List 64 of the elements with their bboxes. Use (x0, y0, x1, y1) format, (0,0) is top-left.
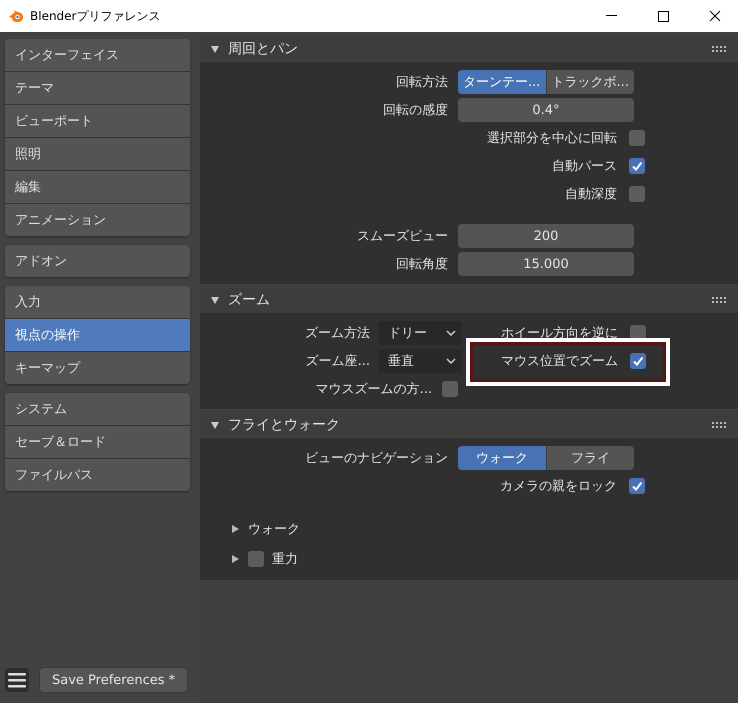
sidebar-item[interactable]: セーブ＆ロード (5, 426, 190, 458)
sidebar-item[interactable]: システム (5, 393, 190, 425)
checkbox[interactable] (442, 381, 458, 397)
checkbox[interactable] (629, 158, 645, 174)
option-button[interactable]: フライ (546, 446, 634, 470)
sidebar-item[interactable]: アニメーション (5, 204, 190, 236)
sidebar-item[interactable]: 入力 (5, 286, 190, 318)
checkbox-label: マウスズームの方... (316, 381, 432, 398)
option-button[interactable]: ウォーク (458, 446, 546, 470)
expand-triangle-icon[interactable] (230, 554, 240, 564)
minimize-icon[interactable] (606, 15, 616, 17)
setting-label: 回転の感度 (382, 102, 449, 119)
sidebar-item[interactable]: ファイルパス (5, 459, 190, 491)
chevron-down-icon (446, 330, 456, 336)
checkbox[interactable] (629, 186, 645, 202)
number-field[interactable]: 0.4° (458, 98, 634, 122)
option-button[interactable]: ターンテー... (458, 70, 546, 94)
number-field[interactable]: 200 (458, 224, 634, 248)
chevron-down-icon (446, 358, 456, 364)
checkbox[interactable] (629, 478, 645, 494)
subpanel-title[interactable]: 重力 (272, 550, 298, 568)
sidebar-item[interactable]: テーマ (5, 72, 190, 104)
setting-label: 回転方法 (395, 74, 449, 91)
checkbox[interactable] (630, 353, 646, 369)
save-preferences-button[interactable]: Save Preferences * (39, 667, 188, 693)
collapse-triangle-icon[interactable] (210, 294, 220, 304)
blender-logo-icon (8, 9, 24, 23)
checkbox-label: 選択部分を中心に回転 (487, 130, 617, 147)
setting-label: ビューのナビゲーション (304, 450, 449, 467)
sidebar-item[interactable]: キーマップ (5, 352, 190, 384)
section-title[interactable]: 周回とパン (228, 40, 298, 58)
option-button[interactable]: トラックボ... (546, 70, 634, 94)
subpanel-title[interactable]: ウォーク (248, 520, 300, 538)
menu-icon[interactable] (5, 668, 29, 692)
section-title[interactable]: ズーム (228, 290, 270, 308)
number-field[interactable]: 15.000 (458, 252, 634, 276)
sidebar-item[interactable]: アドオン (5, 245, 190, 277)
window-title: Blenderプリファレンス (30, 8, 162, 24)
sidebar-item[interactable]: インターフェイス (5, 39, 190, 71)
setting-label: 回転角度 (395, 256, 449, 273)
sidebar-item[interactable]: 照明 (5, 138, 190, 170)
setting-label: ズーム座... (306, 353, 370, 370)
setting-label: ズーム方法 (305, 325, 370, 342)
checkbox[interactable] (248, 551, 264, 567)
dropdown[interactable]: ドリー (378, 321, 462, 345)
drag-grip-icon[interactable] (712, 46, 728, 52)
sidebar-item[interactable]: ビューポート (5, 105, 190, 137)
sidebar-item[interactable]: 編集 (5, 171, 190, 203)
checkbox[interactable] (629, 130, 645, 146)
checkbox-label: カメラの親をロック (500, 478, 617, 495)
drag-grip-icon[interactable] (712, 296, 728, 302)
checkbox-label: 自動深度 (565, 186, 617, 203)
setting-label: スムーズビュー (356, 228, 449, 245)
maximize-icon[interactable] (658, 10, 668, 22)
collapse-triangle-icon[interactable] (210, 44, 220, 54)
section-title[interactable]: フライとウォーク (228, 416, 340, 434)
checkbox-label: マウス位置でズーム (501, 353, 618, 370)
close-icon[interactable] (709, 10, 721, 22)
drag-grip-icon[interactable] (712, 422, 728, 428)
dropdown[interactable]: 垂直 (378, 349, 462, 373)
checkbox-label: 自動パース (552, 158, 617, 175)
collapse-triangle-icon[interactable] (210, 420, 220, 430)
sidebar-item[interactable]: 視点の操作 (5, 319, 190, 351)
expand-triangle-icon[interactable] (230, 524, 240, 534)
